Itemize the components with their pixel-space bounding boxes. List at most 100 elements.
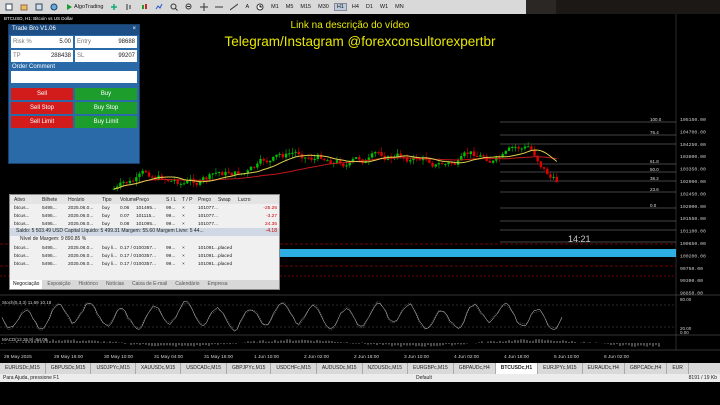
chart-tab[interactable]: USDCHFc,M15 [271, 363, 317, 374]
candle-body [323, 158, 326, 161]
zoom-out-button[interactable] [183, 2, 195, 12]
order-cell: 0.17 / 0 [120, 253, 137, 259]
candle-body [307, 157, 310, 159]
chart-tab[interactable]: EURJPYc,M15 [538, 363, 583, 374]
chart-tab[interactable]: EUR [667, 363, 689, 374]
status-help: Para Ajuda, pressione F1 [3, 375, 60, 381]
sl-field[interactable]: SL 99207 [75, 50, 137, 62]
toolbox-tab[interactable]: Histórico [75, 280, 100, 289]
toolbox-tab[interactable]: Calendário [172, 280, 202, 289]
price-axis-label: 105150.00 [680, 117, 706, 123]
stoch-level-label: 80.00 [680, 297, 692, 302]
tf-h4[interactable]: H4 [350, 4, 361, 10]
chart-tab[interactable]: GBPUSDc,M15 [46, 363, 92, 374]
buy-stop-button[interactable]: Buy Stop [75, 102, 137, 114]
orders-header-cell[interactable]: Preço [198, 197, 218, 203]
sell-button[interactable]: Sell [11, 88, 73, 100]
tf-mn[interactable]: MN [393, 4, 406, 10]
candle-body [202, 177, 205, 181]
tf-m1[interactable]: M1 [269, 4, 281, 10]
candle-body [511, 147, 514, 149]
orders-header-cell[interactable]: Bilhete [42, 197, 68, 203]
candle-chart-button[interactable] [138, 2, 150, 12]
time-axis-label: 31 May 16:00 [204, 354, 233, 360]
pending-order-row[interactable]: btcus... 5495... 2025.06.0... buy li... 0.17… [10, 252, 279, 260]
order-comment-input[interactable] [11, 71, 137, 83]
chart-tab[interactable]: GBPCADc,H4 [625, 363, 668, 374]
trendline-button[interactable] [228, 2, 240, 12]
tf-d1[interactable]: D1 [364, 4, 375, 10]
text-tool-button[interactable]: A [243, 3, 251, 11]
toolbox-tab[interactable]: Exposição [44, 280, 73, 289]
tf-h1[interactable]: H1 [333, 3, 347, 11]
tp-field[interactable]: TP 288438 [11, 50, 73, 62]
chart-tab[interactable]: EURUSDc,M15 [0, 363, 46, 374]
pending-order-row[interactable]: btcus... 5495... 2025.06.0... buy li... 0.17… [10, 244, 279, 252]
candle-body [262, 158, 265, 161]
position-row[interactable]: btcus... 5495... 2025.06.0... buy 0.07 101115… [10, 212, 279, 220]
fib-level-label: 38.2 [650, 176, 659, 181]
tf-w1[interactable]: W1 [378, 4, 390, 10]
chart-tab[interactable]: BTCUSDc,H1 [495, 363, 539, 374]
period-menu-button[interactable] [254, 2, 266, 12]
positions-list: btcus... 5495... 2025.06.0... buy 0.06 101495… [10, 204, 279, 228]
chart-tab[interactable]: EURAUDc,H4 [583, 363, 625, 374]
zoom-in-button[interactable] [168, 2, 180, 12]
tf-m5[interactable]: M5 [284, 4, 296, 10]
market-watch-button[interactable] [33, 2, 45, 12]
orders-header-cell[interactable]: Horário [68, 197, 102, 203]
chart-tab[interactable]: NZDUSDc,M15 [363, 363, 408, 374]
risk-field[interactable]: Risk % 5.00 [11, 36, 73, 48]
orders-header-cell[interactable]: T / P [182, 197, 198, 203]
crosshair-button[interactable] [198, 2, 210, 12]
line-chart-icon [156, 3, 163, 10]
chart-tab[interactable]: USDJPYc,M15 [91, 363, 136, 374]
candle-body [166, 179, 170, 182]
buy-button[interactable]: Buy [75, 88, 137, 100]
price-axis-label: 102450.00 [680, 191, 706, 197]
candle-body [374, 152, 377, 154]
hline-button[interactable] [213, 2, 225, 12]
chart-tab[interactable]: XAUUSDc,M15 [136, 363, 182, 374]
navigator-button[interactable] [48, 2, 60, 12]
toolbox-tab[interactable]: Empresa [204, 280, 230, 289]
position-row[interactable]: btcus... 5495... 2025.06.0... buy 0.06 101495… [10, 204, 279, 212]
orders-header-cell[interactable]: Lucro [238, 197, 279, 203]
line-chart-button[interactable] [153, 2, 165, 12]
crosshair-icon [200, 3, 209, 11]
orders-header-cell[interactable]: Preço [136, 197, 166, 203]
chart-tab[interactable]: GBPJPYc,M15 [227, 363, 272, 374]
orders-header-cell[interactable]: Tipo [102, 197, 120, 203]
tf-m15[interactable]: M15 [298, 4, 313, 10]
position-cell: × [182, 213, 185, 219]
chart-tab[interactable]: AUDUSDc,M15 [317, 363, 363, 374]
toolbox-tab[interactable]: Negociação [10, 280, 43, 289]
bar-chart-button[interactable] [123, 2, 135, 12]
tf-m30[interactable]: M30 [316, 4, 331, 10]
profiles-button[interactable] [18, 2, 30, 12]
new-order-tb-button[interactable] [108, 2, 120, 12]
toolbox-tab[interactable]: Notícias [103, 280, 127, 289]
position-row[interactable]: btcus... 5495... 2025.06.0... buy 0.08 101095… [10, 220, 279, 228]
sell-limit-button[interactable]: Sell Limit [11, 116, 73, 128]
sell-stop-button[interactable]: Sell Stop [11, 102, 73, 114]
pending-order-row[interactable]: btcus... 5495... 2025.06.0... buy li... 0.17… [10, 260, 279, 268]
candle-body [275, 154, 278, 157]
candle-body [345, 165, 348, 167]
entry-field[interactable]: Entry 98688 [75, 36, 137, 48]
new-order-button[interactable] [3, 2, 15, 12]
close-icon[interactable]: × [132, 26, 136, 34]
position-cell: btcus... [14, 213, 30, 219]
candle-body [504, 150, 508, 154]
algotrading-button[interactable]: AlgoTrading [63, 2, 105, 12]
toolbox-tab[interactable]: Caixa de E-mail [129, 280, 170, 289]
orders-header-cell[interactable]: Swap [218, 197, 238, 203]
candle-body [409, 160, 412, 162]
chart-tab[interactable]: EURGBPc,M15 [408, 363, 454, 374]
orders-header-cell[interactable]: Volume [120, 197, 137, 203]
orders-header-cell[interactable]: Ativo [14, 197, 42, 203]
orders-header-cell[interactable]: S / L [166, 197, 182, 203]
buy-limit-button[interactable]: Buy Limit [75, 116, 137, 128]
chart-tab[interactable]: GBPAUDc,H4 [454, 363, 496, 374]
chart-tab[interactable]: USDCADc,M15 [181, 363, 227, 374]
